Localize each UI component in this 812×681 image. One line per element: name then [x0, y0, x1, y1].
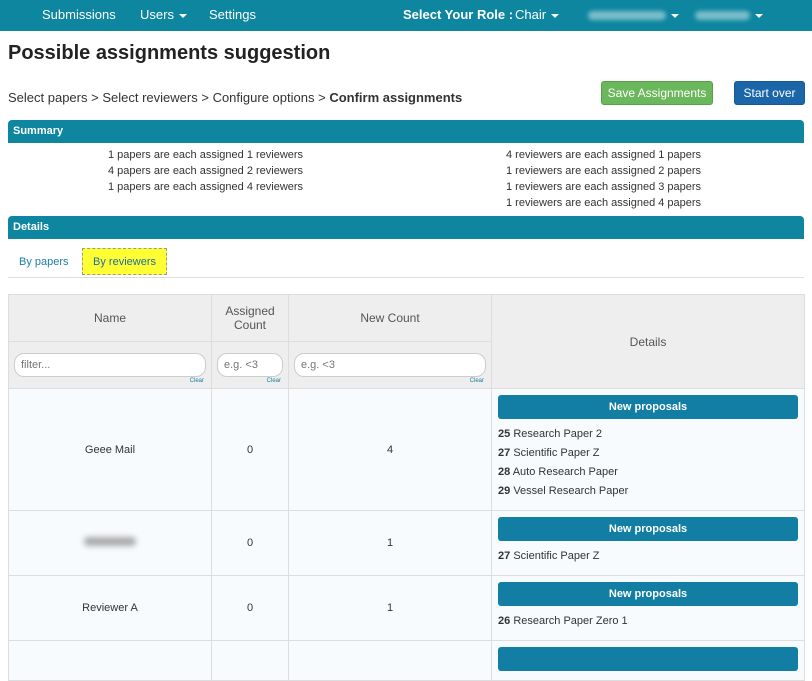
breadcrumb-separator: > [201, 90, 209, 105]
paper-id: 28 [498, 466, 511, 478]
caret-down-icon [671, 13, 679, 18]
breadcrumb-current: Confirm assignments [329, 90, 463, 105]
proposals-cell: New proposals 27 Scientific Paper Z [491, 510, 805, 576]
breadcrumb-separator: > [318, 90, 326, 105]
page-title: Possible assignments suggestion [8, 42, 331, 64]
breadcrumb: Select papers > Select reviewers > Confi… [8, 90, 462, 105]
role-value: Chair [515, 7, 547, 22]
breadcrumb-step: Configure options [212, 90, 315, 105]
tabs-divider [8, 277, 804, 278]
breadcrumb-separator: > [91, 90, 99, 105]
assigned-count-filter-input[interactable] [217, 353, 283, 377]
summary-paper-stat: 4 papers are each assigned 2 reviewers [108, 165, 304, 177]
clear-filter-link[interactable]: Clear [267, 378, 281, 384]
column-header-new-count[interactable]: New Count [288, 294, 492, 342]
redacted-text [695, 11, 750, 21]
paper-title: Auto Research Paper [512, 466, 618, 478]
paper-id: 27 [498, 550, 511, 562]
proposals-cell: New proposals 26 Research Paper Zero 1 [491, 575, 805, 641]
role-dropdown[interactable]: Chair [515, 0, 560, 31]
paper-item: 27 Scientific Paper Z [498, 444, 798, 463]
summary-header: Summary [8, 120, 804, 143]
paper-title: Scientific Paper Z [513, 550, 600, 562]
user-menu-dropdown[interactable] [695, 0, 763, 31]
conference-dropdown[interactable] [588, 0, 679, 31]
new-count [288, 640, 492, 681]
new-filter-cell: Clear [288, 341, 492, 389]
reviewer-name [8, 640, 212, 681]
nav-users-dropdown[interactable]: Users [140, 0, 187, 31]
tab-by-reviewers[interactable]: By reviewers [82, 248, 167, 275]
paper-id: 25 [498, 428, 511, 440]
breadcrumb-step: Select papers [8, 90, 88, 105]
paper-id: 26 [498, 615, 511, 627]
caret-down-icon [551, 13, 560, 18]
new-proposals-button[interactable]: New proposals [498, 517, 798, 541]
paper-title: Vessel Research Paper [513, 485, 629, 497]
clear-filter-link[interactable]: Clear [190, 378, 204, 384]
role-label: Select Your Role : [403, 7, 514, 22]
reviewers-table: Name Assigned Count New Count Details Cl… [8, 294, 805, 681]
table-row: Reviewer A 0 1 New proposals 26 Research… [8, 575, 805, 641]
paper-id: 27 [498, 447, 511, 459]
reviewer-name: Reviewer A [8, 575, 212, 641]
new-count-filter-input[interactable] [294, 353, 486, 377]
name-filter-input[interactable] [14, 353, 206, 377]
nav-users-label: Users [140, 7, 174, 22]
breadcrumb-step: Select reviewers [102, 90, 198, 105]
name-filter-cell: Clear [8, 341, 212, 389]
assigned-count: 0 [211, 575, 289, 641]
paper-title: Research Paper 2 [513, 428, 602, 440]
caret-down-icon [178, 13, 187, 18]
paper-item: 25 Research Paper 2 [498, 425, 798, 444]
column-header-assigned-count[interactable]: Assigned Count [211, 294, 289, 342]
table-row: 0 1 New proposals 27 Scientific Paper Z [8, 510, 805, 576]
reviewer-name: Geee Mail [8, 388, 212, 511]
save-assignments-button[interactable]: Save Assignments [601, 81, 713, 105]
redacted-name [84, 537, 136, 546]
paper-title: Scientific Paper Z [513, 447, 600, 459]
summary-paper-stat: 1 papers are each assigned 1 reviewers [108, 149, 304, 161]
proposals-cell [491, 640, 805, 681]
caret-down-icon [755, 13, 763, 18]
table-row: Geee Mail 0 4 New proposals 25 Research … [8, 388, 805, 511]
paper-id: 29 [498, 485, 511, 497]
reviewer-name [8, 510, 212, 576]
new-proposals-button[interactable] [498, 647, 798, 671]
assigned-filter-cell: Clear [211, 341, 289, 389]
paper-title: Research Paper Zero 1 [513, 615, 628, 627]
top-navbar: Submissions Users Settings Select Your R… [0, 0, 812, 31]
summary-reviewer-stat: 4 reviewers are each assigned 1 papers [506, 149, 702, 161]
table-row [8, 640, 805, 681]
nav-submissions[interactable]: Submissions [42, 0, 116, 31]
column-header-details: Details [491, 294, 805, 389]
assigned-count: 0 [211, 388, 289, 511]
summary-reviewer-stat: 1 reviewers are each assigned 3 papers [506, 181, 702, 193]
paper-item: 28 Auto Research Paper [498, 463, 798, 482]
details-header: Details [8, 216, 804, 239]
new-count: 4 [288, 388, 492, 511]
summary-reviewer-stat: 1 reviewers are each assigned 4 papers [506, 197, 702, 209]
proposals-cell: New proposals 25 Research Paper 2 27 Sci… [491, 388, 805, 511]
paper-item: 27 Scientific Paper Z [498, 547, 798, 566]
new-proposals-button[interactable]: New proposals [498, 395, 798, 419]
assigned-count [211, 640, 289, 681]
clear-filter-link[interactable]: Clear [470, 378, 484, 384]
summary-paper-stat: 1 papers are each assigned 4 reviewers [108, 181, 304, 193]
column-header-name[interactable]: Name [8, 294, 212, 342]
paper-item: 26 Research Paper Zero 1 [498, 612, 798, 631]
start-over-button[interactable]: Start over [734, 81, 805, 105]
redacted-text [588, 11, 666, 21]
new-count: 1 [288, 575, 492, 641]
summary-reviewer-stat: 1 reviewers are each assigned 2 papers [506, 165, 702, 177]
tab-by-papers[interactable]: By papers [19, 256, 69, 268]
assigned-count: 0 [211, 510, 289, 576]
new-proposals-button[interactable]: New proposals [498, 582, 798, 606]
nav-settings[interactable]: Settings [209, 0, 256, 31]
paper-item: 29 Vessel Research Paper [498, 482, 798, 501]
new-count: 1 [288, 510, 492, 576]
